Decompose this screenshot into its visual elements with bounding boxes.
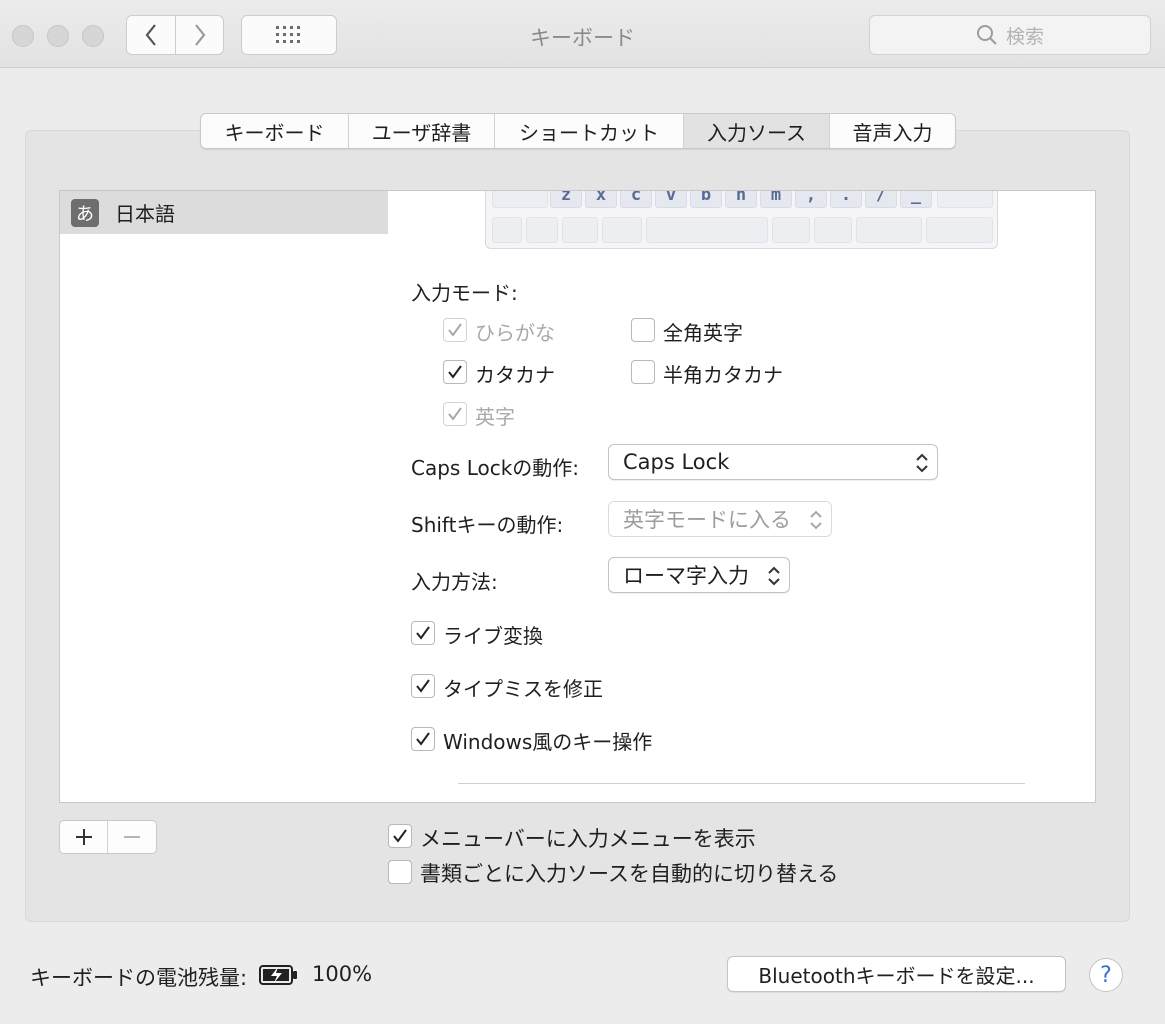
section-divider bbox=[458, 783, 1025, 784]
minus-icon bbox=[124, 836, 140, 838]
keyboard-key: x bbox=[585, 191, 617, 208]
add-source-button[interactable] bbox=[60, 821, 109, 853]
windows-keys-label: Windows風のキー操作 bbox=[443, 730, 653, 754]
hiragana-a-icon: あ bbox=[71, 198, 99, 227]
live-conversion-label: ライブ変換 bbox=[443, 624, 543, 648]
checkmark-icon bbox=[448, 407, 462, 421]
checkmark-icon bbox=[416, 626, 430, 640]
hiragana-checkbox bbox=[443, 318, 467, 342]
eiji-label: 英字 bbox=[475, 405, 515, 429]
katakana-label: カタカナ bbox=[475, 363, 555, 387]
add-remove-control bbox=[59, 820, 157, 854]
input-source-list: あ 日本語 bbox=[59, 190, 389, 803]
live-conversion-checkbox[interactable] bbox=[411, 621, 435, 645]
tab-bar: キーボード ユーザ辞書 ショートカット 入力ソース 音声入力 bbox=[200, 113, 956, 149]
show-input-menu-label: メニューバーに入力メニューを表示 bbox=[420, 827, 756, 851]
keyboard-key bbox=[937, 191, 993, 208]
auto-switch-checkbox[interactable] bbox=[388, 860, 412, 884]
setup-bluetooth-keyboard-button[interactable]: Bluetoothキーボードを設定... bbox=[727, 956, 1066, 992]
hankaku-katakana-label: 半角カタカナ bbox=[663, 363, 783, 387]
hiragana-label: ひらがな bbox=[475, 321, 555, 345]
caps-lock-value: Caps Lock bbox=[623, 450, 730, 474]
auto-switch-label: 書類ごとに入力ソースを自動的に切り替える bbox=[420, 862, 839, 886]
updown-chevron-icon bbox=[916, 453, 928, 473]
input-method-value: ローマ字入力 bbox=[623, 564, 749, 588]
shift-popup: 英字モードに入る bbox=[608, 501, 832, 537]
updown-chevron-icon bbox=[810, 510, 822, 530]
list-item-label: 日本語 bbox=[115, 202, 175, 226]
keyboard-key bbox=[856, 217, 922, 243]
input-mode-heading: 入力モード: bbox=[411, 281, 518, 305]
keyboard-key: . bbox=[830, 191, 862, 208]
keyboard-key bbox=[492, 217, 522, 243]
shift-value: 英字モードに入る bbox=[623, 508, 791, 532]
keyboard-key bbox=[602, 217, 642, 243]
preferences-window: キーボード 検索 キーボード ユーザ辞書 ショートカット 入力ソース 音声入力 … bbox=[0, 0, 1165, 1024]
checkmark-icon bbox=[448, 365, 462, 379]
keyboard-key: c bbox=[620, 191, 652, 208]
caps-lock-label: Caps Lockの動作: bbox=[411, 456, 580, 480]
keyboard-key bbox=[772, 217, 810, 243]
caps-lock-popup[interactable]: Caps Lock bbox=[608, 444, 938, 480]
battery-value: 100% bbox=[312, 962, 373, 986]
battery-label: キーボードの電池残量: bbox=[30, 966, 248, 990]
tab-shortcuts[interactable]: ショートカット bbox=[495, 114, 684, 148]
tab-keyboard[interactable]: キーボード bbox=[201, 114, 349, 148]
keyboard-key bbox=[646, 217, 768, 243]
title-bar: キーボード 検索 bbox=[0, 0, 1165, 68]
checkmark-icon bbox=[416, 732, 430, 746]
keyboard-key: z bbox=[550, 191, 582, 208]
keyboard-key bbox=[526, 217, 558, 243]
zenkaku-eiji-checkbox[interactable] bbox=[631, 318, 655, 342]
search-placeholder: 検索 bbox=[1005, 25, 1044, 48]
keyboard-key bbox=[814, 217, 852, 243]
checkmark-icon bbox=[393, 829, 407, 843]
checkmark-icon bbox=[448, 323, 462, 337]
keyboard-key bbox=[562, 217, 598, 243]
help-button[interactable]: ? bbox=[1089, 958, 1123, 992]
keyboard-key: b bbox=[690, 191, 722, 208]
updown-chevron-icon bbox=[768, 566, 780, 586]
search-field[interactable]: 検索 bbox=[869, 15, 1151, 55]
eiji-checkbox bbox=[443, 402, 467, 426]
keyboard-key: , bbox=[795, 191, 827, 208]
keyboard-key: m bbox=[760, 191, 792, 208]
typo-correction-label: タイプミスを修正 bbox=[443, 677, 603, 701]
keyboard-key bbox=[926, 217, 993, 243]
input-method-popup[interactable]: ローマ字入力 bbox=[608, 557, 790, 593]
tab-user-dictionary[interactable]: ユーザ辞書 bbox=[349, 114, 495, 148]
shift-label: Shiftキーの動作: bbox=[411, 513, 564, 537]
source-detail-pane: z x c v b n m , . / _ 入力モード: ひらがな 全角英字 カ… bbox=[388, 190, 1096, 803]
tab-input-sources[interactable]: 入力ソース bbox=[684, 114, 830, 148]
keyboard-layout-preview: z x c v b n m , . / _ bbox=[485, 191, 998, 249]
checkmark-icon bbox=[416, 679, 430, 693]
windows-keys-checkbox[interactable] bbox=[411, 727, 435, 751]
keyboard-key bbox=[492, 191, 548, 208]
keyboard-key: v bbox=[655, 191, 687, 208]
show-input-menu-checkbox[interactable] bbox=[388, 824, 412, 848]
list-item-japanese[interactable]: あ 日本語 bbox=[60, 191, 388, 234]
remove-source-button[interactable] bbox=[108, 821, 156, 853]
battery-charging-icon bbox=[259, 965, 297, 985]
keyboard-key: _ bbox=[900, 191, 932, 208]
typo-correction-checkbox[interactable] bbox=[411, 674, 435, 698]
hankaku-katakana-checkbox[interactable] bbox=[631, 360, 655, 384]
plus-icon bbox=[75, 829, 92, 845]
zenkaku-eiji-label: 全角英字 bbox=[663, 321, 743, 345]
search-icon bbox=[976, 25, 997, 45]
input-method-label: 入力方法: bbox=[411, 570, 498, 594]
tab-dictation[interactable]: 音声入力 bbox=[830, 114, 955, 148]
keyboard-key: n bbox=[725, 191, 757, 208]
keyboard-key: / bbox=[865, 191, 897, 208]
katakana-checkbox[interactable] bbox=[443, 360, 467, 384]
